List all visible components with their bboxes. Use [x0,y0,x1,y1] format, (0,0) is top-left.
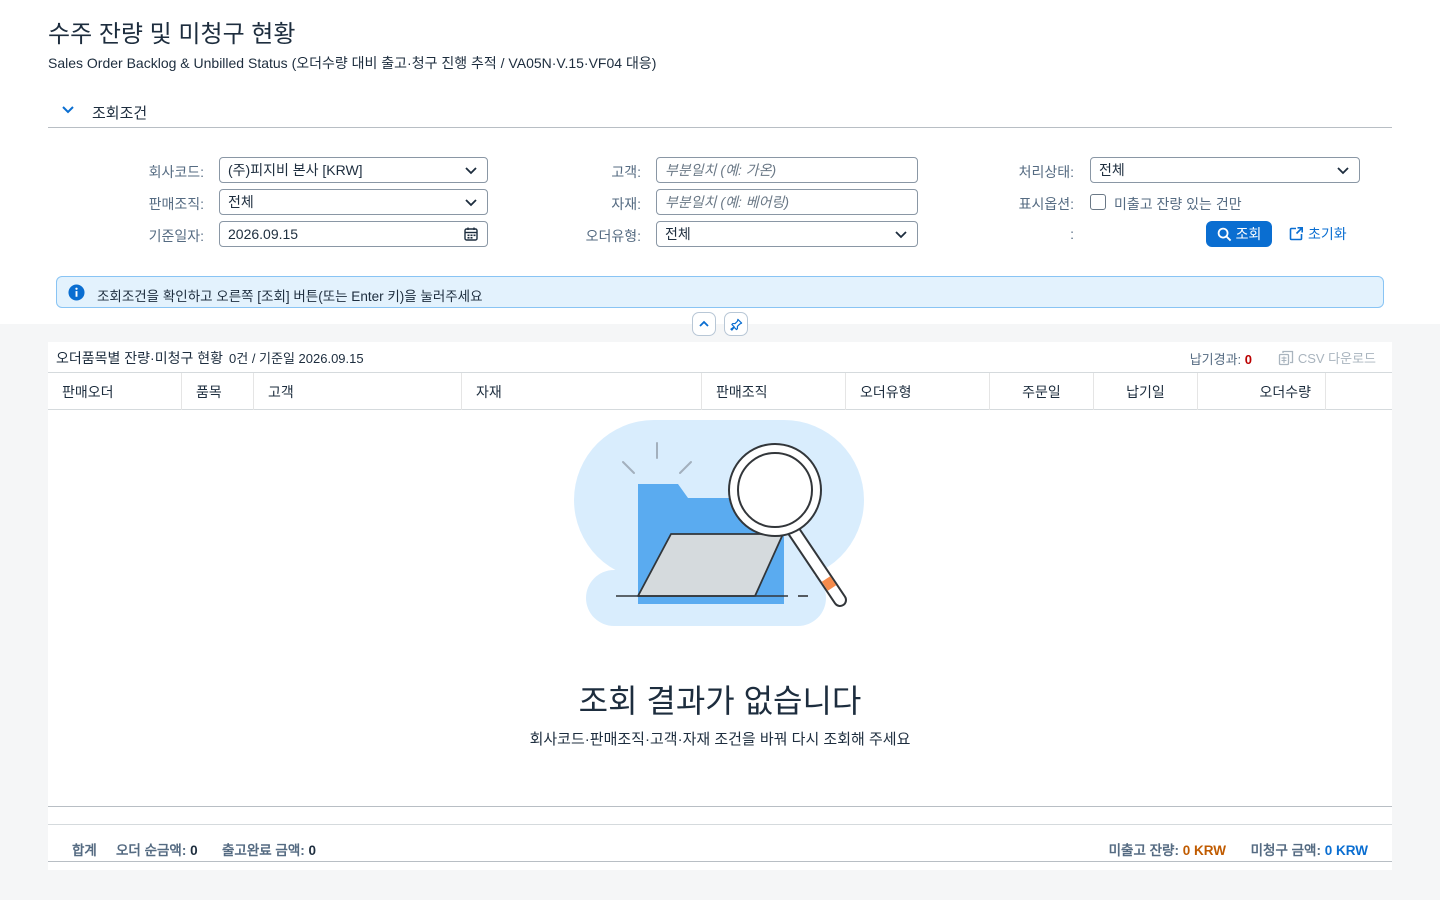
company-code-label: 회사코드: [148,164,204,180]
filter-section-label: 조회조건 [92,105,148,122]
page-title: 수주 잔량 및 미청구 현황 [48,21,296,48]
column-due-date[interactable]: 납기일 [1094,373,1198,410]
csv-download-button[interactable]: CSV 다운로드 [1278,348,1376,367]
reset-icon [1289,227,1303,241]
column-sales-org[interactable]: 판매조직 [702,373,846,410]
chevron-down-icon [1337,167,1349,175]
customer-input[interactable]: 부분일치 (예: 가온) [656,157,918,183]
column-sales-order[interactable]: 판매오더 [48,373,182,410]
order-type-select[interactable]: 전체 [656,221,918,247]
column-material[interactable]: 자재 [462,373,702,410]
base-date-picker[interactable]: 2026.09.15 [219,221,488,247]
search-button[interactable]: 조회 [1206,221,1272,247]
column-customer[interactable]: 고객 [254,373,462,410]
totals-bar: 합계 오더 순금액: 0 출고완료 금액: 0 미출고 잔량: 0 KRW 미청… [48,824,1392,862]
column-more[interactable] [1326,373,1392,410]
chevron-up-icon [699,320,709,327]
actions-label: : [1070,226,1074,242]
sales-org-select[interactable]: 전체 [219,189,488,215]
company-code-select[interactable]: (주)피지비 본사 [KRW] [219,157,488,183]
display-option-label: 표시옵션: [1018,196,1074,212]
chevron-down-icon [465,199,477,207]
search-icon [1217,227,1231,241]
info-icon [68,284,85,301]
column-order-date[interactable]: 주문일 [990,373,1094,410]
table-column-header: 판매오더 품목 고객 자재 판매조직 오더유형 주문일 납기일 오더수량 [48,372,1392,410]
empty-state-subtitle: 회사코드·판매조직·고객·자재 조건을 바꿔 다시 조회해 주세요 [529,731,911,748]
no-results-illustration [574,420,864,626]
page-header: 수주 잔량 및 미청구 현황 Sales Order Backlog & Unb… [0,0,1440,324]
table-footer-divider [48,806,1392,807]
pin-header-button[interactable] [724,312,748,336]
collapse-header-button[interactable] [692,312,716,336]
material-input[interactable]: 부분일치 (예: 베어링) [656,189,918,215]
empty-state-title: 조회 결과가 없습니다 [578,683,862,719]
status-select[interactable]: 전체 [1090,157,1360,183]
table-title: 오더품목별 잔량·미청구 현황 0건 / 기준일 2026.09.15 [56,350,364,366]
chevron-down-icon [465,167,477,175]
overdue-indicator: 납기경과: 0 [1189,352,1252,367]
results-table: 오더품목별 잔량·미청구 현황 0건 / 기준일 2026.09.15 납기경과:… [48,342,1392,870]
totals-label: 합계 [72,843,97,858]
export-icon [1278,350,1293,365]
backlog-only-checkbox-label[interactable]: 미출고 잔량 있는 건만 [1114,194,1242,214]
backlog-amount: 미출고 잔량: 0 KRW [1108,843,1226,858]
pin-icon [729,318,742,331]
column-order-type[interactable]: 오더유형 [846,373,990,410]
column-order-qty[interactable]: 오더수량 [1198,373,1326,410]
filter-section-toggle[interactable]: 조회조건 [48,96,1392,128]
reset-button[interactable]: 초기화 [1288,221,1347,247]
column-item[interactable]: 품목 [182,373,254,410]
page-subtitle: Sales Order Backlog & Unbilled Status (오… [48,55,657,71]
chevron-down-icon [62,106,74,114]
info-message-text: 조회조건을 확인하고 오른쪽 [조회] 버튼(또는 Enter 키)을 눌러주세… [97,289,483,304]
info-message-strip: 조회조건을 확인하고 오른쪽 [조회] 버튼(또는 Enter 키)을 눌러주세… [56,276,1384,308]
net-amount: 오더 순금액: 0 [116,843,198,858]
backlog-only-checkbox[interactable] [1090,194,1106,210]
shipped-amount: 출고완료 금액: 0 [222,843,317,858]
customer-label: 고객: [611,164,641,180]
sales-org-label: 판매조직: [148,196,204,212]
material-label: 자재: [611,196,641,212]
result-count: 0건 / 기준일 2026.09.15 [229,351,364,366]
calendar-icon[interactable] [463,226,479,242]
status-label: 처리상태: [1018,164,1074,180]
base-date-label: 기준일자: [148,228,204,244]
order-type-label: 오더유형: [585,228,641,244]
chevron-down-icon [895,231,907,239]
unbilled-amount: 미청구 금액: 0 KRW [1250,843,1368,858]
